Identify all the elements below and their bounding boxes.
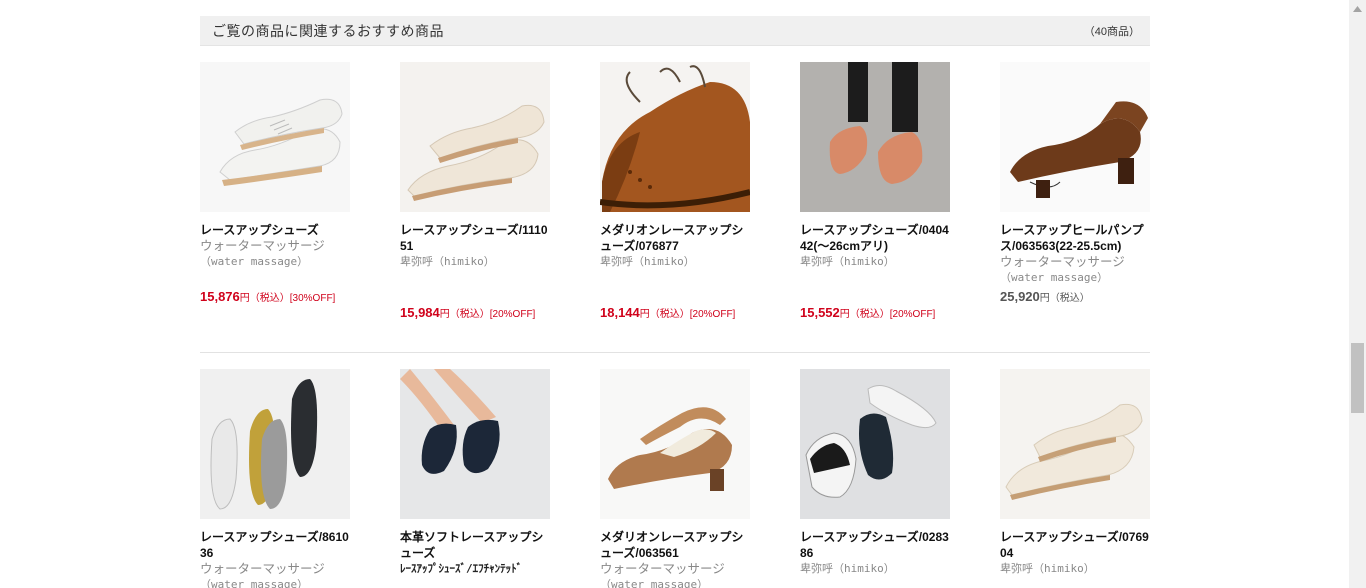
- product-card[interactable]: レースアップシューズ/111051 卑弥呼（himiko） 15,984円（税込…: [400, 62, 550, 352]
- brand-sub[interactable]: （water massage）: [200, 254, 350, 270]
- product-name[interactable]: レースアップヒールパンプス/063563(22-25.5cm): [1000, 222, 1150, 254]
- shoe-image: [200, 369, 350, 519]
- brand-name[interactable]: ウォーターマッサージ: [200, 561, 350, 577]
- tax-label: （税込）: [649, 309, 690, 320]
- tax-label: （税込）: [449, 309, 490, 320]
- brand-name[interactable]: ウォーターマッサージ: [600, 561, 750, 577]
- two-tone-brogue-heel-image[interactable]: [600, 369, 750, 519]
- brand-sub[interactable]: 卑弥呼（himiko）: [800, 561, 950, 577]
- brand-sub[interactable]: 卑弥呼（himiko）: [800, 254, 950, 270]
- tax-label: （税込）: [249, 293, 290, 304]
- product-count: （40商品）: [1083, 25, 1140, 38]
- product-name[interactable]: レースアップシューズ/028386: [800, 529, 950, 561]
- product-row-1: レースアップシューズ ウォーターマッサージ （water massage） 15…: [200, 62, 1150, 352]
- shoe-image: [1000, 369, 1150, 519]
- brand-sub[interactable]: 卑弥呼（himiko）: [1000, 561, 1150, 577]
- brand-name[interactable]: ウォーターマッサージ: [1000, 254, 1150, 270]
- vertical-scrollbar[interactable]: [1349, 0, 1366, 588]
- shoe-image: [800, 62, 950, 212]
- multicolor-oxfords-image[interactable]: [200, 369, 350, 519]
- product-card[interactable]: レースアップヒールパンプス/063563(22-25.5cm) ウォーターマッサ…: [1000, 62, 1150, 352]
- pink-oxford-worn-image[interactable]: [800, 62, 950, 212]
- recommendation-section: ご覧の商品に関連するおすすめ商品 （40商品） レースアップシューズ ウォーター…: [200, 16, 1150, 588]
- product-card[interactable]: 本革ソフトレースアップシューズ ﾚｰｽｱｯﾌﾟｼｭｰｽﾞ/ｴﾌﾁｬﾝﾃｯﾄﾞ: [400, 369, 550, 588]
- shoe-image: [200, 62, 350, 212]
- shoe-image: [400, 62, 550, 212]
- product-card[interactable]: レースアップシューズ/076904 卑弥呼（himiko）: [1000, 369, 1150, 588]
- brand-sub[interactable]: （water massage）: [600, 577, 750, 588]
- price: 15,552円（税込）[20%OFF]: [800, 304, 950, 323]
- product-name[interactable]: 本革ソフトレースアップシューズ: [400, 529, 550, 561]
- brand-sub[interactable]: ﾚｰｽｱｯﾌﾟｼｭｰｽﾞ/ｴﾌﾁｬﾝﾃｯﾄﾞ: [400, 561, 550, 577]
- discount-label: [20%OFF]: [889, 309, 936, 320]
- product-row-2: レースアップシューズ/861036 ウォーターマッサージ （water mass…: [200, 369, 1150, 588]
- product-card[interactable]: メダリオンレースアップシューズ/063561 ウォーターマッサージ （water…: [600, 369, 750, 588]
- price-value: 15,984: [400, 305, 440, 320]
- scrollbar-thumb[interactable]: [1351, 343, 1364, 413]
- product-name[interactable]: メダリオンレースアップシューズ/076877: [600, 222, 750, 254]
- product-card[interactable]: メダリオンレースアップシューズ/076877 卑弥呼（himiko） 18,14…: [600, 62, 750, 352]
- shoe-image: [800, 369, 950, 519]
- yen-label: 円: [1039, 293, 1050, 304]
- discount-label: [30%OFF]: [289, 293, 336, 304]
- cream-oxford-shoes-image[interactable]: [400, 62, 550, 212]
- product-name[interactable]: レースアップシューズ: [200, 222, 350, 238]
- price-value: 15,552: [800, 305, 840, 320]
- ivory-wingtip-image[interactable]: [1000, 369, 1150, 519]
- navy-oxford-worn-image[interactable]: [400, 369, 550, 519]
- product-card[interactable]: レースアップシューズ ウォーターマッサージ （water massage） 15…: [200, 62, 350, 352]
- price: 15,984円（税込）[20%OFF]: [400, 304, 550, 323]
- shoe-image: [600, 62, 750, 212]
- product-card[interactable]: レースアップシューズ/040442(～26cmアリ) 卑弥呼（himiko） 1…: [800, 62, 950, 352]
- price-value: 18,144: [600, 305, 640, 320]
- price: 25,920円（税込）: [1000, 288, 1150, 307]
- brown-brogue-closeup-image[interactable]: [600, 62, 750, 212]
- price-value: 15,876: [200, 289, 240, 304]
- section-title: ご覧の商品に関連するおすすめ商品: [212, 22, 444, 39]
- tax-label: （税込）: [849, 309, 890, 320]
- brand-sub[interactable]: 卑弥呼（himiko）: [600, 254, 750, 270]
- price-value: 25,920: [1000, 289, 1040, 304]
- yen-label: 円: [639, 309, 650, 320]
- discount-label: [20%OFF]: [689, 309, 736, 320]
- section-header: ご覧の商品に関連するおすすめ商品 （40商品）: [200, 16, 1150, 46]
- yen-label: 円: [439, 309, 450, 320]
- brown-wingtip-heel-image[interactable]: [1000, 62, 1150, 212]
- shoe-image: [400, 369, 550, 519]
- product-name[interactable]: レースアップシューズ/111051: [400, 222, 550, 254]
- row-divider: [200, 352, 1150, 353]
- price: 18,144円（税込）[20%OFF]: [600, 304, 750, 323]
- price: 15,876円（税込）[30%OFF]: [200, 288, 350, 307]
- discount-label: [20%OFF]: [489, 309, 536, 320]
- brand-name[interactable]: ウォーターマッサージ: [200, 238, 350, 254]
- product-name[interactable]: レースアップシューズ/861036: [200, 529, 350, 561]
- product-card[interactable]: レースアップシューズ/028386 卑弥呼（himiko）: [800, 369, 950, 588]
- brand-sub[interactable]: 卑弥呼（himiko）: [400, 254, 550, 270]
- brand-sub[interactable]: （water massage）: [1000, 270, 1150, 286]
- product-name[interactable]: レースアップシューズ/076904: [1000, 529, 1150, 561]
- black-white-spectator-image[interactable]: [800, 369, 950, 519]
- product-card[interactable]: レースアップシューズ/861036 ウォーターマッサージ （water mass…: [200, 369, 350, 588]
- product-name[interactable]: メダリオンレースアップシューズ/063561: [600, 529, 750, 561]
- page: ご覧の商品に関連するおすすめ商品 （40商品） レースアップシューズ ウォーター…: [0, 0, 1366, 588]
- scroll-up-arrow-icon[interactable]: [1349, 0, 1366, 17]
- white-oxford-shoes-image[interactable]: [200, 62, 350, 212]
- shoe-image: [1000, 62, 1150, 212]
- shoe-image: [600, 369, 750, 519]
- tax-label: （税込）: [1049, 293, 1090, 304]
- yen-label: 円: [839, 309, 850, 320]
- product-name[interactable]: レースアップシューズ/040442(～26cmアリ): [800, 222, 950, 254]
- brand-sub[interactable]: （water massage）: [200, 577, 350, 588]
- yen-label: 円: [239, 293, 250, 304]
